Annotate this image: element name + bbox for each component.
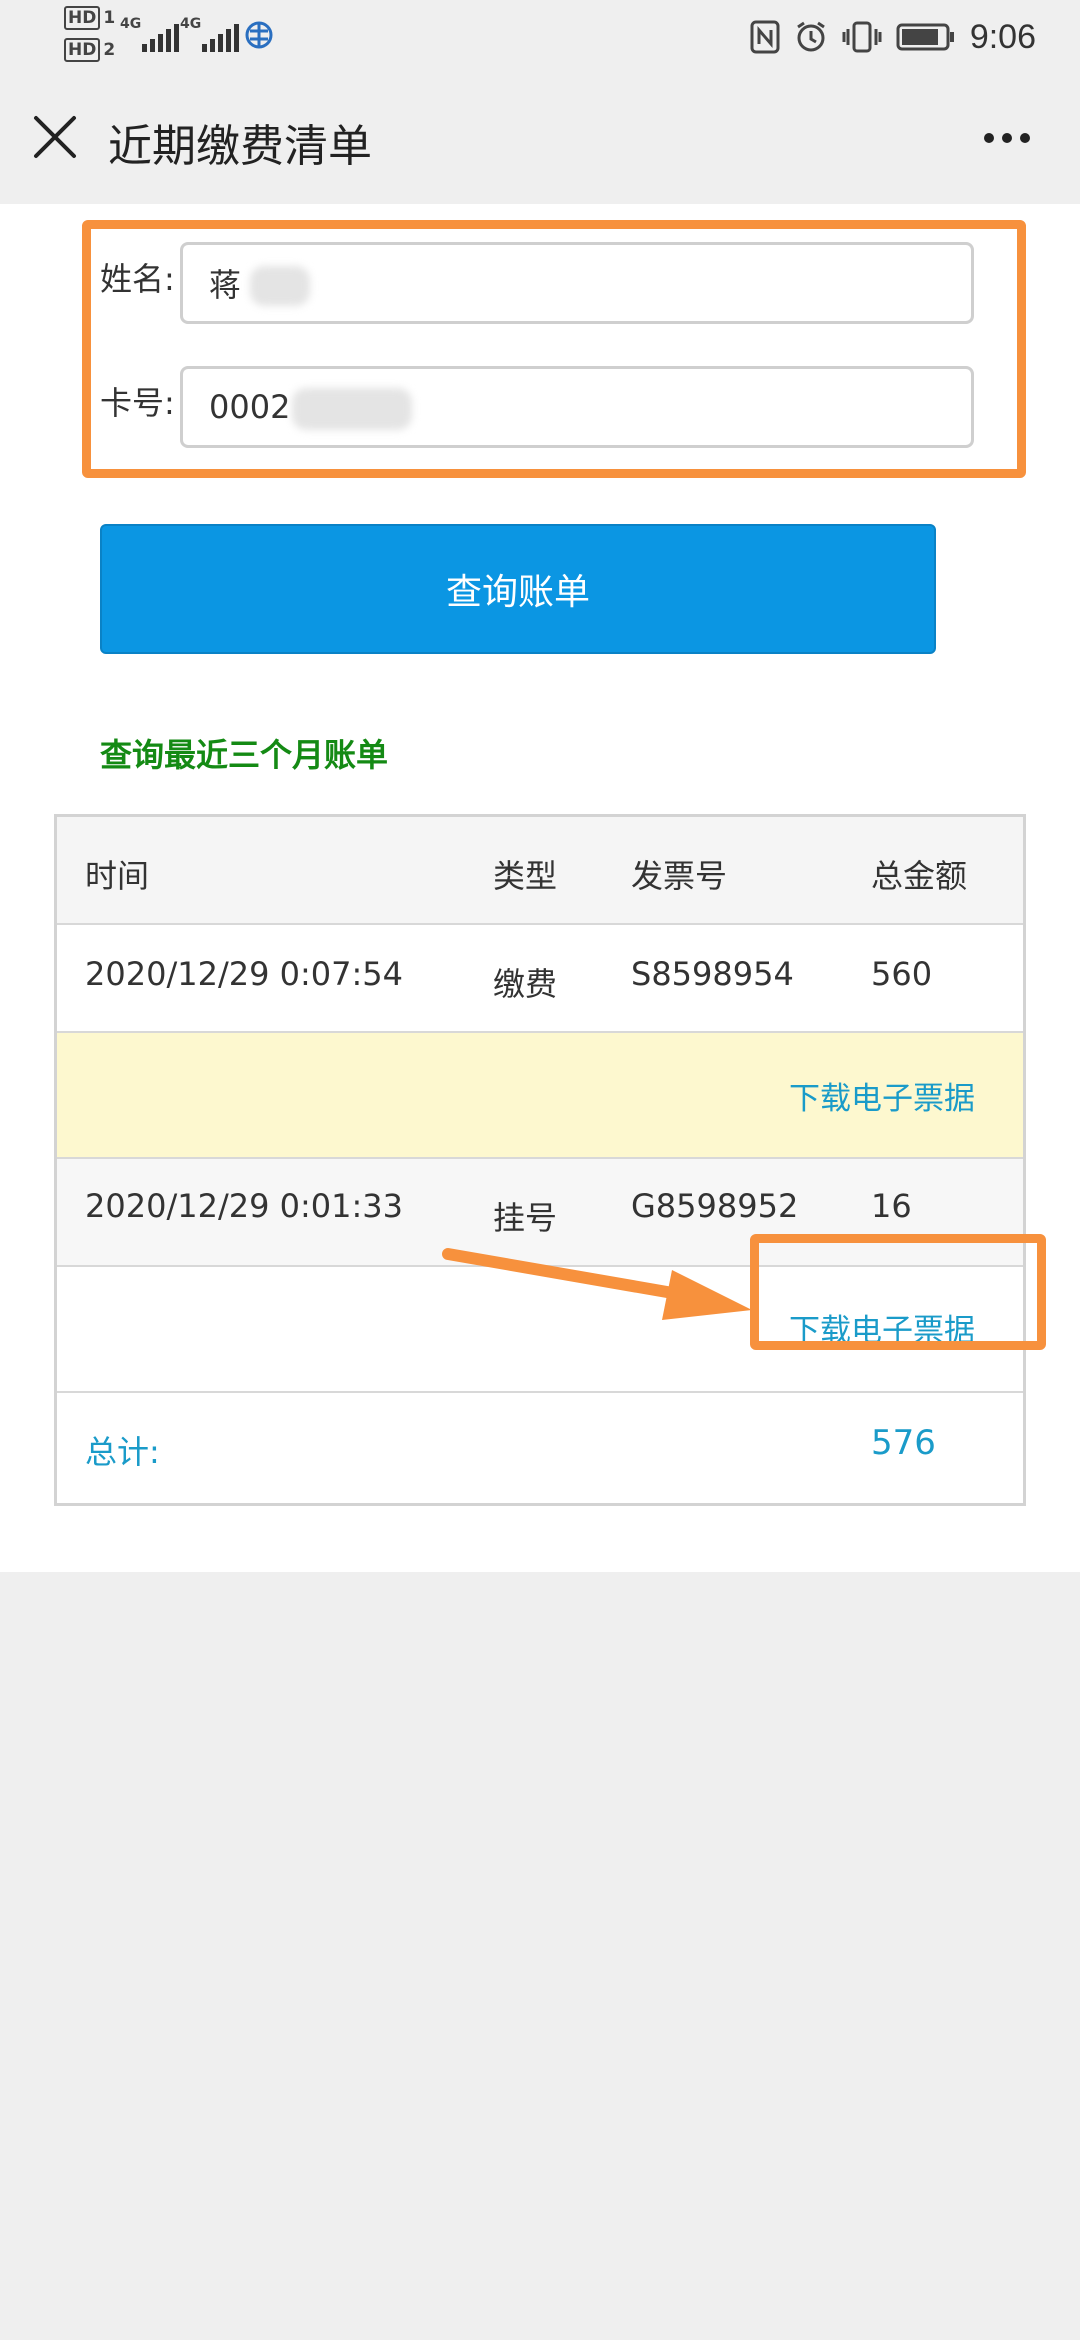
table-header-row: 时间 类型 发票号 总金额 [57, 817, 1023, 925]
row-invoice: S8598954 [631, 955, 794, 993]
total-amount: 576 [871, 1423, 936, 1463]
app-header: 近期缴费清单 [0, 72, 1080, 204]
alarm-icon [796, 21, 825, 52]
dot-icon [1020, 133, 1030, 143]
close-icon [34, 116, 76, 158]
card-label: 卡号: [100, 384, 175, 422]
download-highlight-annotation [750, 1234, 1046, 1350]
column-header-amount: 总金额 [871, 857, 968, 895]
close-button[interactable] [30, 112, 80, 162]
query-bill-button[interactable]: 查询账单 [100, 524, 936, 654]
total-label: 总计: [85, 1433, 160, 1471]
row-time: 2020/12/29 0:01:33 [85, 1187, 403, 1225]
redaction-blur [292, 388, 412, 430]
row-time: 2020/12/29 0:07:54 [85, 955, 403, 993]
name-label: 姓名: [100, 260, 175, 298]
recent-three-months-link[interactable]: 查询最近三个月账单 [100, 730, 388, 776]
row-invoice: G8598952 [631, 1187, 799, 1225]
hd2-indicator: HD 2 [64, 38, 115, 62]
main-content: 姓名: 卡号: 查询账单 查询最近三个月账单 时间 类型 发票号 总金额 202… [0, 204, 1080, 1572]
hd1-indicator: HD 1 [64, 6, 115, 30]
status-right-group: 9:06 [750, 12, 1036, 62]
row-amount: 16 [871, 1187, 912, 1225]
table-row: 2020/12/29 0:07:54 缴费 S8598954 560 [57, 925, 1023, 1033]
arrow-annotation-icon [442, 1248, 752, 1320]
clock: 9:06 [969, 17, 1036, 56]
vibrate-icon [842, 21, 882, 53]
table-total-row: 总计: 576 [57, 1393, 1023, 1503]
dot-icon [1002, 133, 1012, 143]
nfc-icon [750, 20, 780, 54]
redaction-blur [250, 266, 310, 306]
page-title: 近期缴费清单 [108, 121, 372, 172]
network-globe-icon [245, 21, 273, 49]
more-menu-button[interactable] [984, 118, 1040, 158]
row-type: 缴费 [493, 965, 558, 1003]
table-row-action: 下载电子票据 [57, 1033, 1023, 1159]
column-header-invoice: 发票号 [631, 857, 728, 895]
row-type: 挂号 [493, 1199, 558, 1237]
dot-icon [984, 133, 994, 143]
row-amount: 560 [871, 955, 933, 993]
column-header-type: 类型 [493, 857, 558, 895]
status-bar: HD 1 HD 2 4G 4G 9:06 [0, 0, 1080, 72]
column-header-time: 时间 [85, 857, 150, 895]
battery-icon [896, 23, 954, 51]
download-e-receipt-link[interactable]: 下载电子票据 [789, 1073, 975, 1118]
bill-table: 时间 类型 发票号 总金额 2020/12/29 0:07:54 缴费 S859… [54, 814, 1026, 1506]
